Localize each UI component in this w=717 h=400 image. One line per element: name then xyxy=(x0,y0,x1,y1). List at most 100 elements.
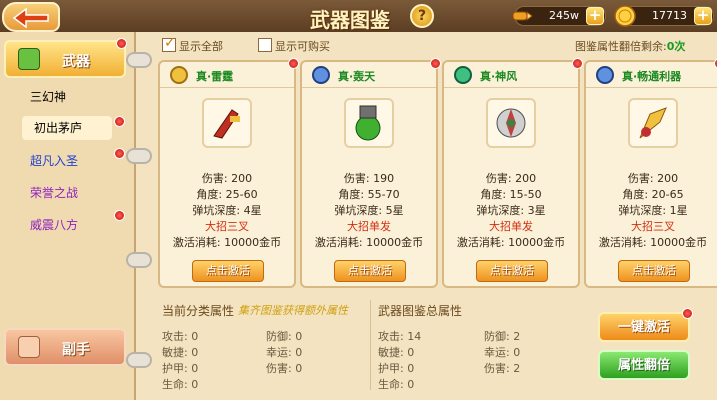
weapon-image[interactable] xyxy=(486,98,536,148)
cannon-weapon-icon xyxy=(355,105,381,141)
current-attr-note: 集齐图鉴获得额外属性 xyxy=(238,304,348,317)
notification-dot xyxy=(430,58,441,69)
weapon-name: 真·轰天 xyxy=(338,70,376,83)
weapon-name: 真·雷霆 xyxy=(196,70,234,83)
weapon-card: 真·畅通利器 伤害: 200 角度: 20-65 弹坑深度: 1星 大招三叉 激… xyxy=(584,58,717,288)
current-defense: 防御: 0 xyxy=(266,330,303,343)
back-arrow-icon xyxy=(12,7,49,29)
stat-depth: 弹坑深度: 1星 xyxy=(618,204,688,217)
currency-diamond-value: 245w xyxy=(549,9,579,22)
stat-cost: 激活消耗: 10000金币 xyxy=(314,236,424,249)
total-attr-title: 武器图鉴总属性 xyxy=(378,304,463,318)
stat-depth: 弹坑深度: 3星 xyxy=(476,204,546,217)
currency-diamond: 245w + xyxy=(512,6,606,26)
current-luck: 幸运: 0 xyxy=(266,346,303,359)
stat-depth: 弹坑深度: 5星 xyxy=(334,204,404,217)
bullet-icon xyxy=(512,10,533,22)
binder-ring xyxy=(126,148,152,164)
stat-angle: 角度: 25-60 xyxy=(196,188,258,201)
one-click-activate-button[interactable]: 一键激活 xyxy=(598,312,690,342)
stat-skill: 大招三叉 xyxy=(631,220,675,233)
total-defense: 防御: 2 xyxy=(484,330,521,343)
sidebar-item-weizhenbafang[interactable]: 威震八方 xyxy=(30,216,78,233)
page-title: 武器图鉴 xyxy=(310,8,390,32)
total-armor: 护甲: 0 xyxy=(378,362,415,375)
weapon-card: 真·轰天 伤害: 190 角度: 55-70 弹坑深度: 5星 大招单发 激活消… xyxy=(300,58,441,288)
weapon-card: 真·雷霆 伤害: 200 角度: 25-60 弹坑深度: 4星 大招三叉 激活消… xyxy=(158,58,299,288)
stat-angle: 角度: 20-65 xyxy=(622,188,684,201)
total-life: 生命: 0 xyxy=(378,378,415,391)
current-armor: 护甲: 0 xyxy=(162,362,199,375)
weapon-name: 真·神风 xyxy=(480,70,518,83)
stat-cost: 激活消耗: 10000金币 xyxy=(172,236,282,249)
sidebar-item-chuchumaolu[interactable]: 初出茅庐 xyxy=(22,116,112,140)
tab-weapon[interactable]: 武器 xyxy=(4,40,126,78)
gold-coin-icon xyxy=(614,5,636,27)
binder-ring xyxy=(126,352,152,368)
card-header: 真·雷霆 xyxy=(160,62,294,88)
activate-button[interactable]: 点击激活 xyxy=(334,260,406,282)
rank-blue-icon xyxy=(596,66,614,84)
notification-dot xyxy=(114,116,125,127)
sidebar-item-chaofanrusheng[interactable]: 超凡入圣 xyxy=(30,152,78,169)
rank-blue-icon xyxy=(312,66,330,84)
back-button[interactable] xyxy=(2,2,60,32)
stat-cost: 激活消耗: 10000金币 xyxy=(456,236,566,249)
notification-dot xyxy=(116,38,127,49)
stat-skill: 大招三叉 xyxy=(205,220,249,233)
notification-dot xyxy=(114,210,125,221)
show-all-label: 显示全部 xyxy=(179,40,223,53)
tab-secondary-label: 副手 xyxy=(62,342,90,358)
double-remaining: 图鉴属性翻倍剩余:0次 xyxy=(575,38,685,54)
sidebar-item-rongyuzhizhan[interactable]: 荣誉之战 xyxy=(30,184,78,201)
checkbox-empty-icon xyxy=(258,38,272,52)
divider xyxy=(370,300,371,390)
weapon-name: 真·畅通利器 xyxy=(622,70,682,83)
notification-dot xyxy=(572,58,583,69)
card-header: 真·畅通利器 xyxy=(586,62,717,88)
show-all-checkbox[interactable]: 显示全部 xyxy=(162,35,223,54)
double-remaining-label: 图鉴属性翻倍剩余: xyxy=(575,40,667,53)
activate-button[interactable]: 点击激活 xyxy=(618,260,690,282)
weapon-image[interactable] xyxy=(344,98,394,148)
stat-damage: 伤害: 200 xyxy=(627,172,679,185)
stat-angle: 角度: 55-70 xyxy=(338,188,400,201)
horn-weapon-icon xyxy=(639,107,667,139)
notification-dot xyxy=(114,148,125,159)
currency-gold: 17713 + xyxy=(614,5,714,27)
total-attack: 攻击: 14 xyxy=(378,330,422,343)
weapon-image[interactable] xyxy=(628,98,678,148)
thunder-weapon-icon xyxy=(213,109,240,139)
total-damage: 伤害: 2 xyxy=(484,362,521,375)
stat-damage: 伤害: 200 xyxy=(201,172,253,185)
currency-gold-value: 17713 xyxy=(652,9,687,22)
stat-angle: 角度: 15-50 xyxy=(480,188,542,201)
sidebar: 武器 三幻神 初出茅庐 超凡入圣 荣誉之战 威震八方 副手 xyxy=(0,32,136,400)
current-agility: 敏捷: 0 xyxy=(162,346,199,359)
show-buyable-label: 显示可购买 xyxy=(275,40,330,53)
stat-cost: 激活消耗: 10000金币 xyxy=(598,236,708,249)
current-life: 生命: 0 xyxy=(162,378,199,391)
double-attributes-button[interactable]: 属性翻倍 xyxy=(598,350,690,380)
notification-dot xyxy=(288,58,299,69)
weapon-card: 真·神风 伤害: 200 角度: 15-50 弹坑深度: 3星 大招单发 激活消… xyxy=(442,58,583,288)
activate-button[interactable]: 点击激活 xyxy=(192,260,264,282)
current-attr-title: 当前分类属性 xyxy=(162,304,235,318)
secondary-category-icon xyxy=(18,336,40,358)
show-buyable-checkbox[interactable]: 显示可购买 xyxy=(258,38,330,54)
checkbox-checked-icon xyxy=(162,35,176,52)
add-diamond-button[interactable]: + xyxy=(586,7,604,25)
sidebar-item-sanhuanshen[interactable]: 三幻神 xyxy=(30,88,66,105)
tab-secondary[interactable]: 副手 xyxy=(4,328,126,366)
current-damage: 伤害: 0 xyxy=(266,362,303,375)
weapon-image[interactable] xyxy=(202,98,252,148)
rank-green-icon xyxy=(454,66,472,84)
stat-skill: 大招单发 xyxy=(489,220,533,233)
activate-button[interactable]: 点击激活 xyxy=(476,260,548,282)
card-header: 真·神风 xyxy=(444,62,578,88)
wind-blade-weapon-icon xyxy=(496,108,526,138)
binder-ring xyxy=(126,52,152,68)
add-gold-button[interactable]: + xyxy=(694,7,712,25)
help-icon[interactable]: ? xyxy=(410,4,434,28)
tab-weapon-label: 武器 xyxy=(62,54,90,70)
